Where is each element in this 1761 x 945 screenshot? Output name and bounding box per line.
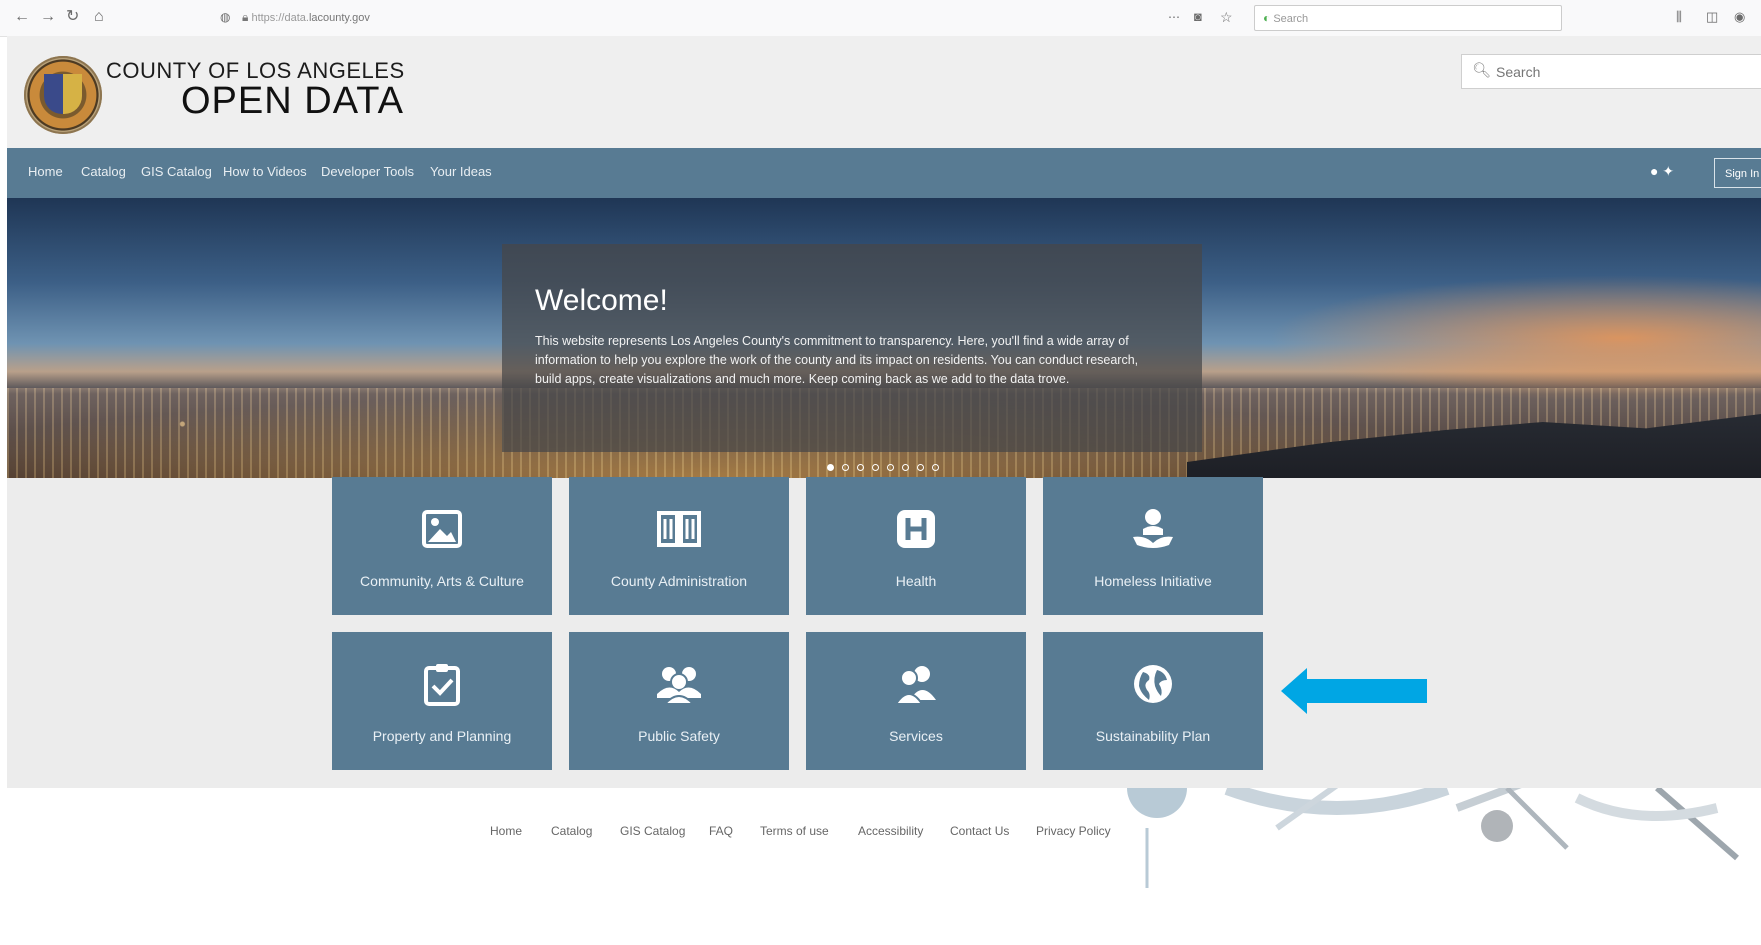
browser-search-placeholder: Search (1273, 13, 1309, 25)
main-nav: Home Catalog GIS Catalog How to Videos D… (7, 148, 1761, 198)
tile-label: Community, Arts & Culture (360, 573, 524, 589)
carousel-dot[interactable] (902, 464, 909, 471)
nav-catalog[interactable]: Catalog (81, 164, 126, 179)
carousel-dot[interactable] (917, 464, 924, 471)
users-icon (806, 662, 1026, 708)
browser-search-input[interactable]: ◐ Search (1254, 5, 1562, 31)
tile-label: Services (889, 728, 943, 744)
clipboard-check-icon (332, 662, 552, 708)
more-icon[interactable]: ⋯ (1168, 8, 1180, 26)
reload-icon[interactable]: ↻ (66, 8, 79, 26)
image-icon (332, 507, 552, 553)
url-bar[interactable]: 🔒︎ https://data.lacounty.gov (236, 6, 1236, 28)
carousel-dot[interactable] (872, 464, 879, 471)
tile-label: Public Safety (638, 728, 720, 744)
hand-person-icon (1043, 507, 1263, 553)
tile-public-safety[interactable]: Public Safety (569, 632, 789, 770)
forward-icon[interactable]: → (40, 8, 56, 26)
search-icon: 🔍︎ (1472, 62, 1492, 79)
tile-community-arts-culture[interactable]: Community, Arts & Culture (332, 477, 552, 615)
site-header: COUNTY OF LOS ANGELES OPEN DATA 🔍︎ (7, 36, 1761, 148)
tile-label: Sustainability Plan (1095, 728, 1211, 744)
tile-sustainability-plan[interactable]: Sustainability Plan (1043, 632, 1263, 770)
home-icon[interactable]: ⌂ (94, 8, 104, 26)
hospital-icon (806, 507, 1026, 553)
tile-label: Homeless Initiative (1094, 573, 1212, 589)
footer-link-accessibility[interactable]: Accessibility (858, 824, 923, 838)
url-prefix: https://data. (251, 12, 309, 24)
book-icon (569, 507, 789, 553)
tile-homeless-initiative[interactable]: Homeless Initiative (1043, 477, 1263, 615)
tile-label: Health (895, 573, 937, 589)
facebook-icon[interactable]: ● (1650, 163, 1658, 179)
twitter-icon[interactable]: ✦ (1662, 163, 1674, 179)
carousel-dot[interactable] (932, 464, 939, 471)
back-icon[interactable]: ← (14, 8, 30, 26)
carousel-dot[interactable] (857, 464, 864, 471)
url-domain: lacounty.gov (308, 12, 370, 24)
page: COUNTY OF LOS ANGELES OPEN DATA 🔍︎ Home … (7, 36, 1761, 945)
shield-icon[interactable]: ◍ (220, 8, 230, 26)
site-search-box[interactable]: 🔍︎ (1461, 54, 1761, 89)
footer-link-privacy[interactable]: Privacy Policy (1036, 824, 1111, 838)
search-input[interactable] (1494, 59, 1748, 85)
hero-carousel: Welcome! This website represents Los Ang… (7, 198, 1761, 478)
tile-health[interactable]: Health (806, 477, 1026, 615)
welcome-title: Welcome! (535, 284, 668, 317)
browser-toolbar: ← → ↻ ⌂ ◍ 🔒︎ https://data.lacounty.gov ⋯… (0, 0, 1761, 37)
nav-home[interactable]: Home (28, 164, 63, 179)
nav-developer-tools[interactable]: Developer Tools (321, 164, 414, 179)
tile-label: County Administration (610, 573, 748, 589)
library-icon[interactable]: ⫼ (1676, 8, 1682, 26)
social-links: ● ✦ (1650, 163, 1674, 180)
sign-in-button[interactable]: Sign In (1714, 158, 1761, 188)
nav-gis-catalog[interactable]: GIS Catalog (141, 164, 212, 179)
annotation-arrow-icon (1281, 668, 1427, 714)
welcome-panel: Welcome! This website represents Los Ang… (502, 244, 1202, 452)
pocket-icon[interactable]: ◙ (1194, 8, 1202, 26)
carousel-dot[interactable] (842, 464, 849, 471)
tile-county-administration[interactable]: County Administration (569, 477, 789, 615)
tile-property-and-planning[interactable]: Property and Planning (332, 632, 552, 770)
footer: Home Catalog GIS Catalog FAQ Terms of us… (7, 788, 1761, 945)
bookmark-star-icon[interactable]: ☆ (1220, 8, 1233, 26)
footer-link-faq[interactable]: FAQ (709, 824, 733, 838)
lock-icon: 🔒︎ (242, 10, 249, 24)
footer-link-terms[interactable]: Terms of use (760, 824, 829, 838)
footer-link-gis-catalog[interactable]: GIS Catalog (620, 824, 685, 838)
nav-how-to-videos[interactable]: How to Videos (223, 164, 307, 179)
county-seal-logo[interactable] (24, 56, 102, 134)
tile-label: Property and Planning (372, 728, 512, 744)
footer-link-catalog[interactable]: Catalog (551, 824, 592, 838)
carousel-dots (827, 458, 947, 471)
extension-icon[interactable]: ◉ (1734, 8, 1745, 26)
footer-link-home[interactable]: Home (490, 824, 522, 838)
welcome-text: This website represents Los Angeles Coun… (535, 334, 1139, 386)
globe-icon (1043, 662, 1263, 708)
group-icon (569, 662, 789, 708)
footer-link-contact[interactable]: Contact Us (950, 824, 1009, 838)
search-engine-icon: ◐ (1263, 11, 1271, 25)
nav-your-ideas[interactable]: Your Ideas (430, 164, 492, 179)
carousel-dot[interactable] (827, 464, 834, 471)
sidebar-icon[interactable]: ◫ (1706, 8, 1718, 26)
footer-decorative-graphic (1127, 788, 1739, 888)
site-title[interactable]: OPEN DATA (181, 80, 404, 123)
tile-services[interactable]: Services (806, 632, 1026, 770)
carousel-dot[interactable] (887, 464, 894, 471)
